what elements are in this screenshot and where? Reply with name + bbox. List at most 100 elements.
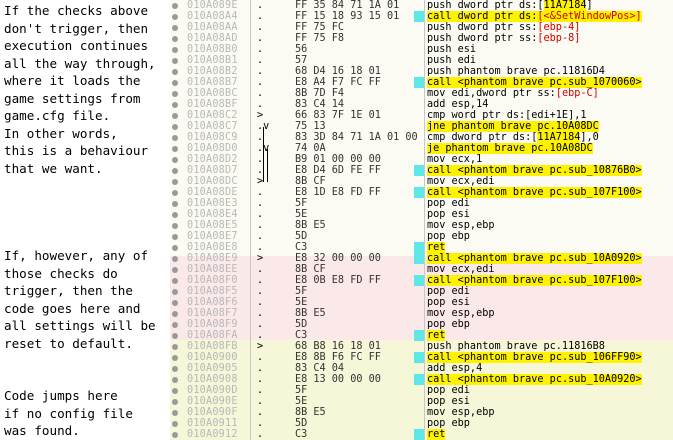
- disasm-row[interactable]: 010A08AD. FF 75 F8 push dword ptr ss:[ebp-…: [170, 33, 673, 45]
- disasm-row[interactable]: 010A089E. FF 35 84 71 1A 01 push dword ptr…: [170, 0, 673, 12]
- disassembly-view[interactable]: 010A089E. FF 35 84 71 1A 01 push dword ptr…: [170, 0, 673, 440]
- row-instruction: push dword ptr ss:[ebp-4]: [427, 22, 581, 33]
- breakpoint-dot-icon[interactable]: [172, 321, 178, 328]
- breakpoint-dot-icon[interactable]: [172, 288, 178, 295]
- row-address: 010A0911: [187, 418, 238, 429]
- breakpoint-dot-icon[interactable]: [172, 244, 178, 251]
- disasm-row[interactable]: 010A08B0. 56 push esi: [170, 44, 673, 56]
- disasm-row[interactable]: 010A08BF. 83 C4 14 add esp,14: [170, 99, 673, 111]
- disasm-row[interactable]: 010A08E4. 5E pop esi: [170, 209, 673, 221]
- disasm-row[interactable]: 010A08B2. 68 D4 16 18 01 push phantom brav…: [170, 66, 673, 78]
- breakpoint-dot-icon[interactable]: [172, 387, 178, 394]
- breakpoint-dot-icon[interactable]: [172, 35, 178, 42]
- breakpoint-dot-icon[interactable]: [172, 277, 178, 284]
- breakpoint-dot-icon[interactable]: [172, 134, 178, 141]
- breakpoint-dot-icon[interactable]: [172, 79, 178, 86]
- disasm-row[interactable]: 010A08D0.v74 0Aje phantom brave pc.10A08…: [170, 143, 673, 155]
- disasm-row[interactable]: 010A0905. 83 C4 04 add esp,4: [170, 363, 673, 375]
- breakpoint-dot-icon[interactable]: [172, 409, 178, 416]
- row-address: 010A08F7: [187, 308, 238, 319]
- disasm-row[interactable]: 010A090E. 5E pop esi: [170, 396, 673, 408]
- disasm-row[interactable]: 010A08C7.v75 13jne phantom brave pc.10A0…: [170, 121, 673, 133]
- row-bytes: C3: [295, 330, 308, 341]
- breakpoint-dot-icon[interactable]: [172, 211, 178, 218]
- breakpoint-dot-icon[interactable]: [172, 332, 178, 339]
- row-instruction: mov esp,ebp: [427, 220, 495, 231]
- row-address: 010A08B7: [187, 77, 238, 88]
- breakpoint-dot-icon[interactable]: [172, 310, 178, 317]
- disasm-row[interactable]: 010A08C9. 83 3D 84 71 1A 01 00 cmp dword p…: [170, 132, 673, 144]
- disasm-row[interactable]: 010A08AA. FF 75 FC push dword ptr ss:[ebp-…: [170, 22, 673, 34]
- breakpoint-dot-icon[interactable]: [172, 365, 178, 372]
- jump-marker: .: [257, 374, 264, 385]
- row-address: 010A08E4: [187, 209, 238, 220]
- disasm-row[interactable]: 010A08DC >8B CF mov ecx,edi: [170, 176, 673, 188]
- breakpoint-dot-icon[interactable]: [172, 178, 178, 185]
- breakpoint-dot-icon[interactable]: [172, 13, 178, 20]
- row-instruction: call <phantom brave pc.sub_106FF90>: [427, 352, 642, 363]
- branch-marker: [414, 242, 424, 253]
- disasm-row[interactable]: 010A08F7. 8B E5 mov esp,ebp: [170, 308, 673, 320]
- jump-marker: .: [257, 0, 264, 11]
- jump-marker: .: [257, 209, 264, 220]
- row-address: 010A08F9: [187, 319, 238, 330]
- row-instruction: push phantom brave pc.11816B8: [427, 341, 605, 352]
- row-address: 010A08A4: [187, 11, 238, 22]
- row-instruction: ret: [427, 330, 446, 341]
- breakpoint-dot-icon[interactable]: [172, 222, 178, 229]
- breakpoint-dot-icon[interactable]: [172, 255, 178, 262]
- row-instruction: pop edi: [427, 286, 470, 297]
- disasm-row[interactable]: 010A08B1. 57 push edi: [170, 55, 673, 67]
- jump-marker: .: [257, 198, 264, 209]
- breakpoint-dot-icon[interactable]: [172, 420, 178, 427]
- row-instruction: cmp word ptr ds:[edi+1E],1: [427, 110, 587, 121]
- breakpoint-dot-icon[interactable]: [172, 156, 178, 163]
- disasm-row[interactable]: 010A090D. 5F pop edi: [170, 385, 673, 397]
- disasm-row[interactable]: 010A08D2. B9 01 00 00 00 mov ecx,1: [170, 154, 673, 166]
- jump-marker: .: [257, 220, 264, 231]
- breakpoint-dot-icon[interactable]: [172, 233, 178, 240]
- breakpoint-dot-icon[interactable]: [172, 299, 178, 306]
- breakpoint-dot-icon[interactable]: [172, 200, 178, 207]
- row-instruction: mov edi,dword ptr ss:[ebp-C]: [427, 88, 599, 99]
- disasm-row[interactable]: 010A08E7. 5D pop ebp: [170, 231, 673, 243]
- breakpoint-dot-icon[interactable]: [172, 2, 178, 9]
- breakpoint-dot-icon[interactable]: [172, 431, 178, 438]
- breakpoint-dot-icon[interactable]: [172, 24, 178, 31]
- breakpoint-dot-icon[interactable]: [172, 57, 178, 64]
- disasm-row[interactable]: 010A08F9. 5D pop ebp: [170, 319, 673, 331]
- breakpoint-dot-icon[interactable]: [172, 354, 178, 361]
- breakpoint-dot-icon[interactable]: [172, 167, 178, 174]
- disasm-row[interactable]: 010A0911. 5D pop ebp: [170, 418, 673, 430]
- breakpoint-dot-icon[interactable]: [172, 145, 178, 152]
- breakpoint-dot-icon[interactable]: [172, 101, 178, 108]
- row-address: 010A0905: [187, 363, 238, 374]
- disasm-row[interactable]: 010A08EE. 8B CF mov ecx,edi: [170, 264, 673, 276]
- disasm-row[interactable]: 010A08E3. 5F pop edi: [170, 198, 673, 210]
- breakpoint-dot-icon[interactable]: [172, 266, 178, 273]
- breakpoint-dot-icon[interactable]: [172, 376, 178, 383]
- breakpoint-dot-icon[interactable]: [172, 343, 178, 350]
- jump-marker: .: [257, 242, 264, 253]
- breakpoint-dot-icon[interactable]: [172, 112, 178, 119]
- row-address: 010A08C9: [187, 132, 238, 143]
- disasm-row[interactable]: 010A08FB >68 B8 16 18 01 push phantom brav…: [170, 341, 673, 353]
- breakpoint-dot-icon[interactable]: [172, 189, 178, 196]
- breakpoint-dot-icon[interactable]: [172, 68, 178, 75]
- breakpoint-dot-icon[interactable]: [172, 90, 178, 97]
- disasm-row[interactable]: 010A08F6. 5E pop esi: [170, 297, 673, 309]
- row-bytes: 5D: [295, 231, 308, 242]
- row-bytes: E8 A4 F7 FC FF: [295, 77, 381, 88]
- disasm-row[interactable]: 010A08F5. 5F pop edi: [170, 286, 673, 298]
- branch-marker: [414, 187, 424, 198]
- breakpoint-dot-icon[interactable]: [172, 123, 178, 130]
- disasm-row[interactable]: 010A090F. 8B E5 mov esp,ebp: [170, 407, 673, 419]
- row-instruction: add esp,4: [427, 363, 483, 374]
- row-address: 010A08D0: [187, 143, 238, 154]
- note-line: If the checks above: [4, 3, 149, 18]
- disasm-row[interactable]: 010A08BC. 8B 7D F4 mov edi,dword ptr ss:[e…: [170, 88, 673, 100]
- breakpoint-dot-icon[interactable]: [172, 46, 178, 53]
- disasm-row[interactable]: 010A08E5. 8B E5 mov esp,ebp: [170, 220, 673, 232]
- disasm-row[interactable]: 010A08C2 >66 83 7F 1E 01 cmp word ptr ds:[…: [170, 110, 673, 122]
- breakpoint-dot-icon[interactable]: [172, 398, 178, 405]
